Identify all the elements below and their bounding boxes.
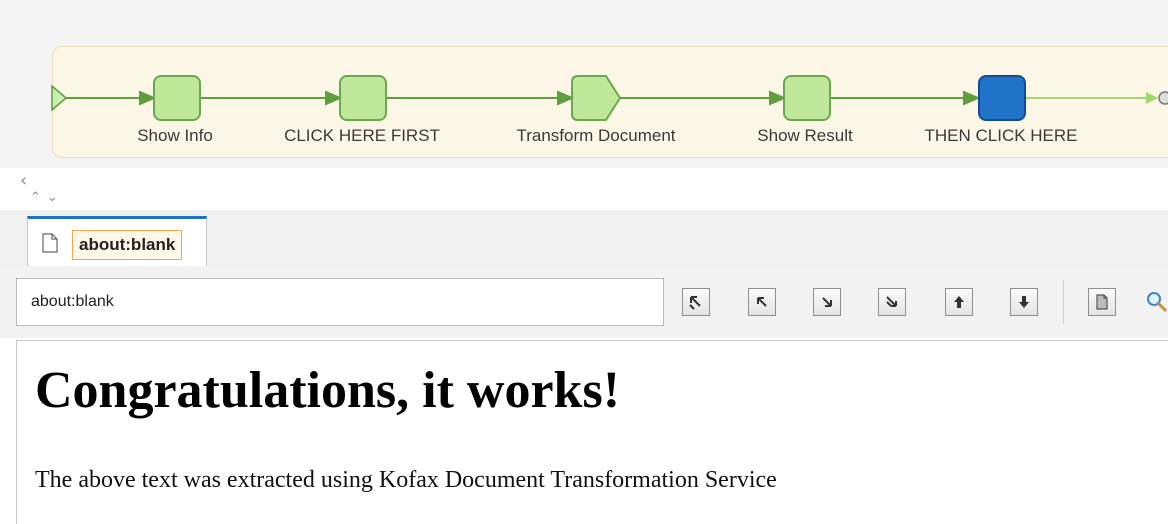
step-label: Show Info — [137, 126, 213, 145]
go-next-step-icon — [822, 297, 832, 307]
toolbar-separator — [1063, 280, 1064, 324]
expand-collapse-icons[interactable]: ⌃⌄ — [30, 190, 64, 205]
move-down-icon — [1019, 296, 1029, 308]
step-label: THEN CLICK HERE — [924, 126, 1078, 145]
go-last-button[interactable] — [878, 288, 906, 316]
step-label: Transform Document — [516, 126, 676, 145]
move-up-button[interactable] — [945, 288, 973, 316]
step-show-info[interactable] — [153, 75, 201, 121]
address-row — [0, 266, 1168, 338]
connector-arrow — [325, 90, 343, 106]
page-content: Congratulations, it works! The above tex… — [16, 340, 1168, 524]
end-marker — [1158, 91, 1168, 105]
connector-arrow — [139, 90, 157, 106]
page-icon — [42, 233, 58, 258]
collapse-left-icon[interactable]: ‹ — [20, 170, 27, 191]
address-input[interactable] — [16, 278, 664, 326]
connector-arrow — [769, 90, 787, 106]
step-then-click-here[interactable] — [978, 75, 1026, 121]
step-label: CLICK HERE FIRST — [284, 126, 440, 145]
move-down-button[interactable] — [1010, 288, 1038, 316]
connector-arrow — [557, 90, 575, 106]
go-first-icon — [689, 296, 701, 310]
go-first-button[interactable] — [682, 288, 710, 316]
tab-bar: about:blank — [0, 210, 1168, 267]
connector-arrow — [1146, 92, 1158, 104]
go-prev-step-icon — [757, 297, 767, 307]
step-click-here-first[interactable] — [339, 75, 387, 121]
tab-title: about:blank — [72, 230, 183, 260]
step-transform-document[interactable] — [571, 75, 622, 121]
tab-about-blank[interactable]: about:blank — [27, 216, 207, 266]
go-last-icon — [886, 296, 897, 307]
page-heading: Congratulations, it works! — [35, 362, 621, 419]
go-next-step-button[interactable] — [813, 288, 841, 316]
connector-arrow — [963, 90, 981, 106]
page-view-icon — [1096, 294, 1108, 310]
page-body-text: The above text was extracted using Kofax… — [35, 467, 777, 493]
start-marker — [51, 84, 68, 112]
search-icon[interactable] — [1145, 290, 1168, 319]
go-prev-step-button[interactable] — [748, 288, 776, 316]
move-up-icon — [954, 296, 964, 308]
workflow-area: Show Info CLICK HERE FIRST Transform Doc… — [0, 0, 1168, 168]
step-label: Show Result — [757, 126, 853, 145]
step-show-result[interactable] — [783, 75, 831, 121]
page-view-button[interactable] — [1088, 288, 1116, 316]
